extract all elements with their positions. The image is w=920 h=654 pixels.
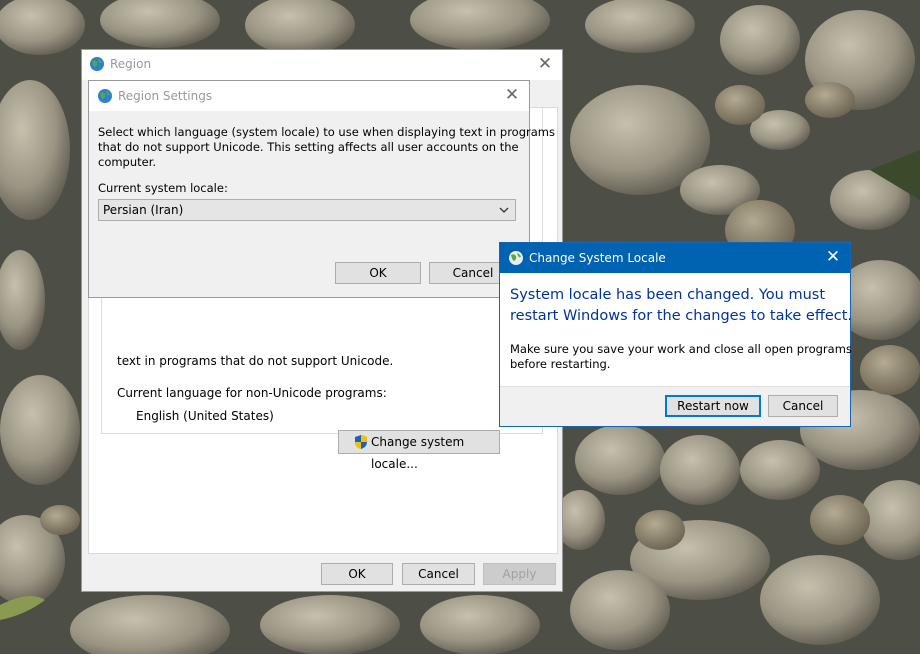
system-locale-value: Persian (Iran) [103, 203, 184, 217]
close-icon[interactable]: ✕ [495, 81, 529, 111]
system-locale-select[interactable]: Persian (Iran) [98, 199, 516, 221]
globe-icon [509, 251, 523, 265]
change-system-locale-dialog: Change System Locale ✕ System locale has… [499, 242, 853, 427]
dialog-button-bar: Restart now Cancel [500, 386, 850, 426]
current-locale-label: Current system locale: [98, 181, 228, 195]
locale-description-line1: Select which language (system locale) to… [98, 125, 555, 139]
non-unicode-description: text in programs that do not support Uni… [117, 354, 394, 368]
change-locale-titlebar[interactable]: Change System Locale ✕ [500, 243, 850, 273]
cancel-button[interactable]: Cancel [402, 563, 475, 585]
current-language-value: English (United States) [136, 409, 274, 423]
sub-instruction-line2: before restarting. [510, 357, 611, 371]
ok-button[interactable]: OK [321, 563, 393, 585]
region-settings-titlebar[interactable]: Region Settings ✕ [89, 81, 529, 111]
main-instruction-line1: System locale has been changed. You must [510, 287, 826, 303]
region-settings-dialog: Region Settings ✕ Select which language … [88, 80, 555, 298]
main-instruction-line2: restart Windows for the changes to take … [510, 308, 853, 324]
sub-instruction-line1: Make sure you save your work and close a… [510, 342, 852, 356]
chevron-down-icon [499, 207, 509, 213]
uac-shield-icon [355, 435, 367, 449]
ok-button[interactable]: OK [335, 262, 421, 284]
close-icon[interactable]: ✕ [528, 50, 562, 80]
locale-description-line3: computer. [98, 155, 157, 169]
restart-now-button[interactable]: Restart now [665, 395, 761, 417]
region-title: Region [110, 57, 152, 71]
change-system-locale-label: Change system locale... [371, 435, 465, 471]
change-system-locale-button[interactable]: Change system locale... [338, 430, 500, 471]
apply-button[interactable]: Apply [483, 563, 556, 585]
globe-icon [90, 57, 104, 71]
cancel-button[interactable]: Cancel [768, 395, 838, 417]
close-icon[interactable]: ✕ [816, 243, 850, 273]
globe-icon [98, 89, 112, 103]
current-language-label: Current language for non-Unicode program… [117, 386, 387, 400]
region-settings-title: Region Settings [118, 89, 213, 103]
change-locale-title: Change System Locale [529, 251, 666, 265]
locale-description-line2: that do not support Unicode. This settin… [98, 140, 519, 154]
region-titlebar[interactable]: Region ✕ [82, 50, 562, 80]
